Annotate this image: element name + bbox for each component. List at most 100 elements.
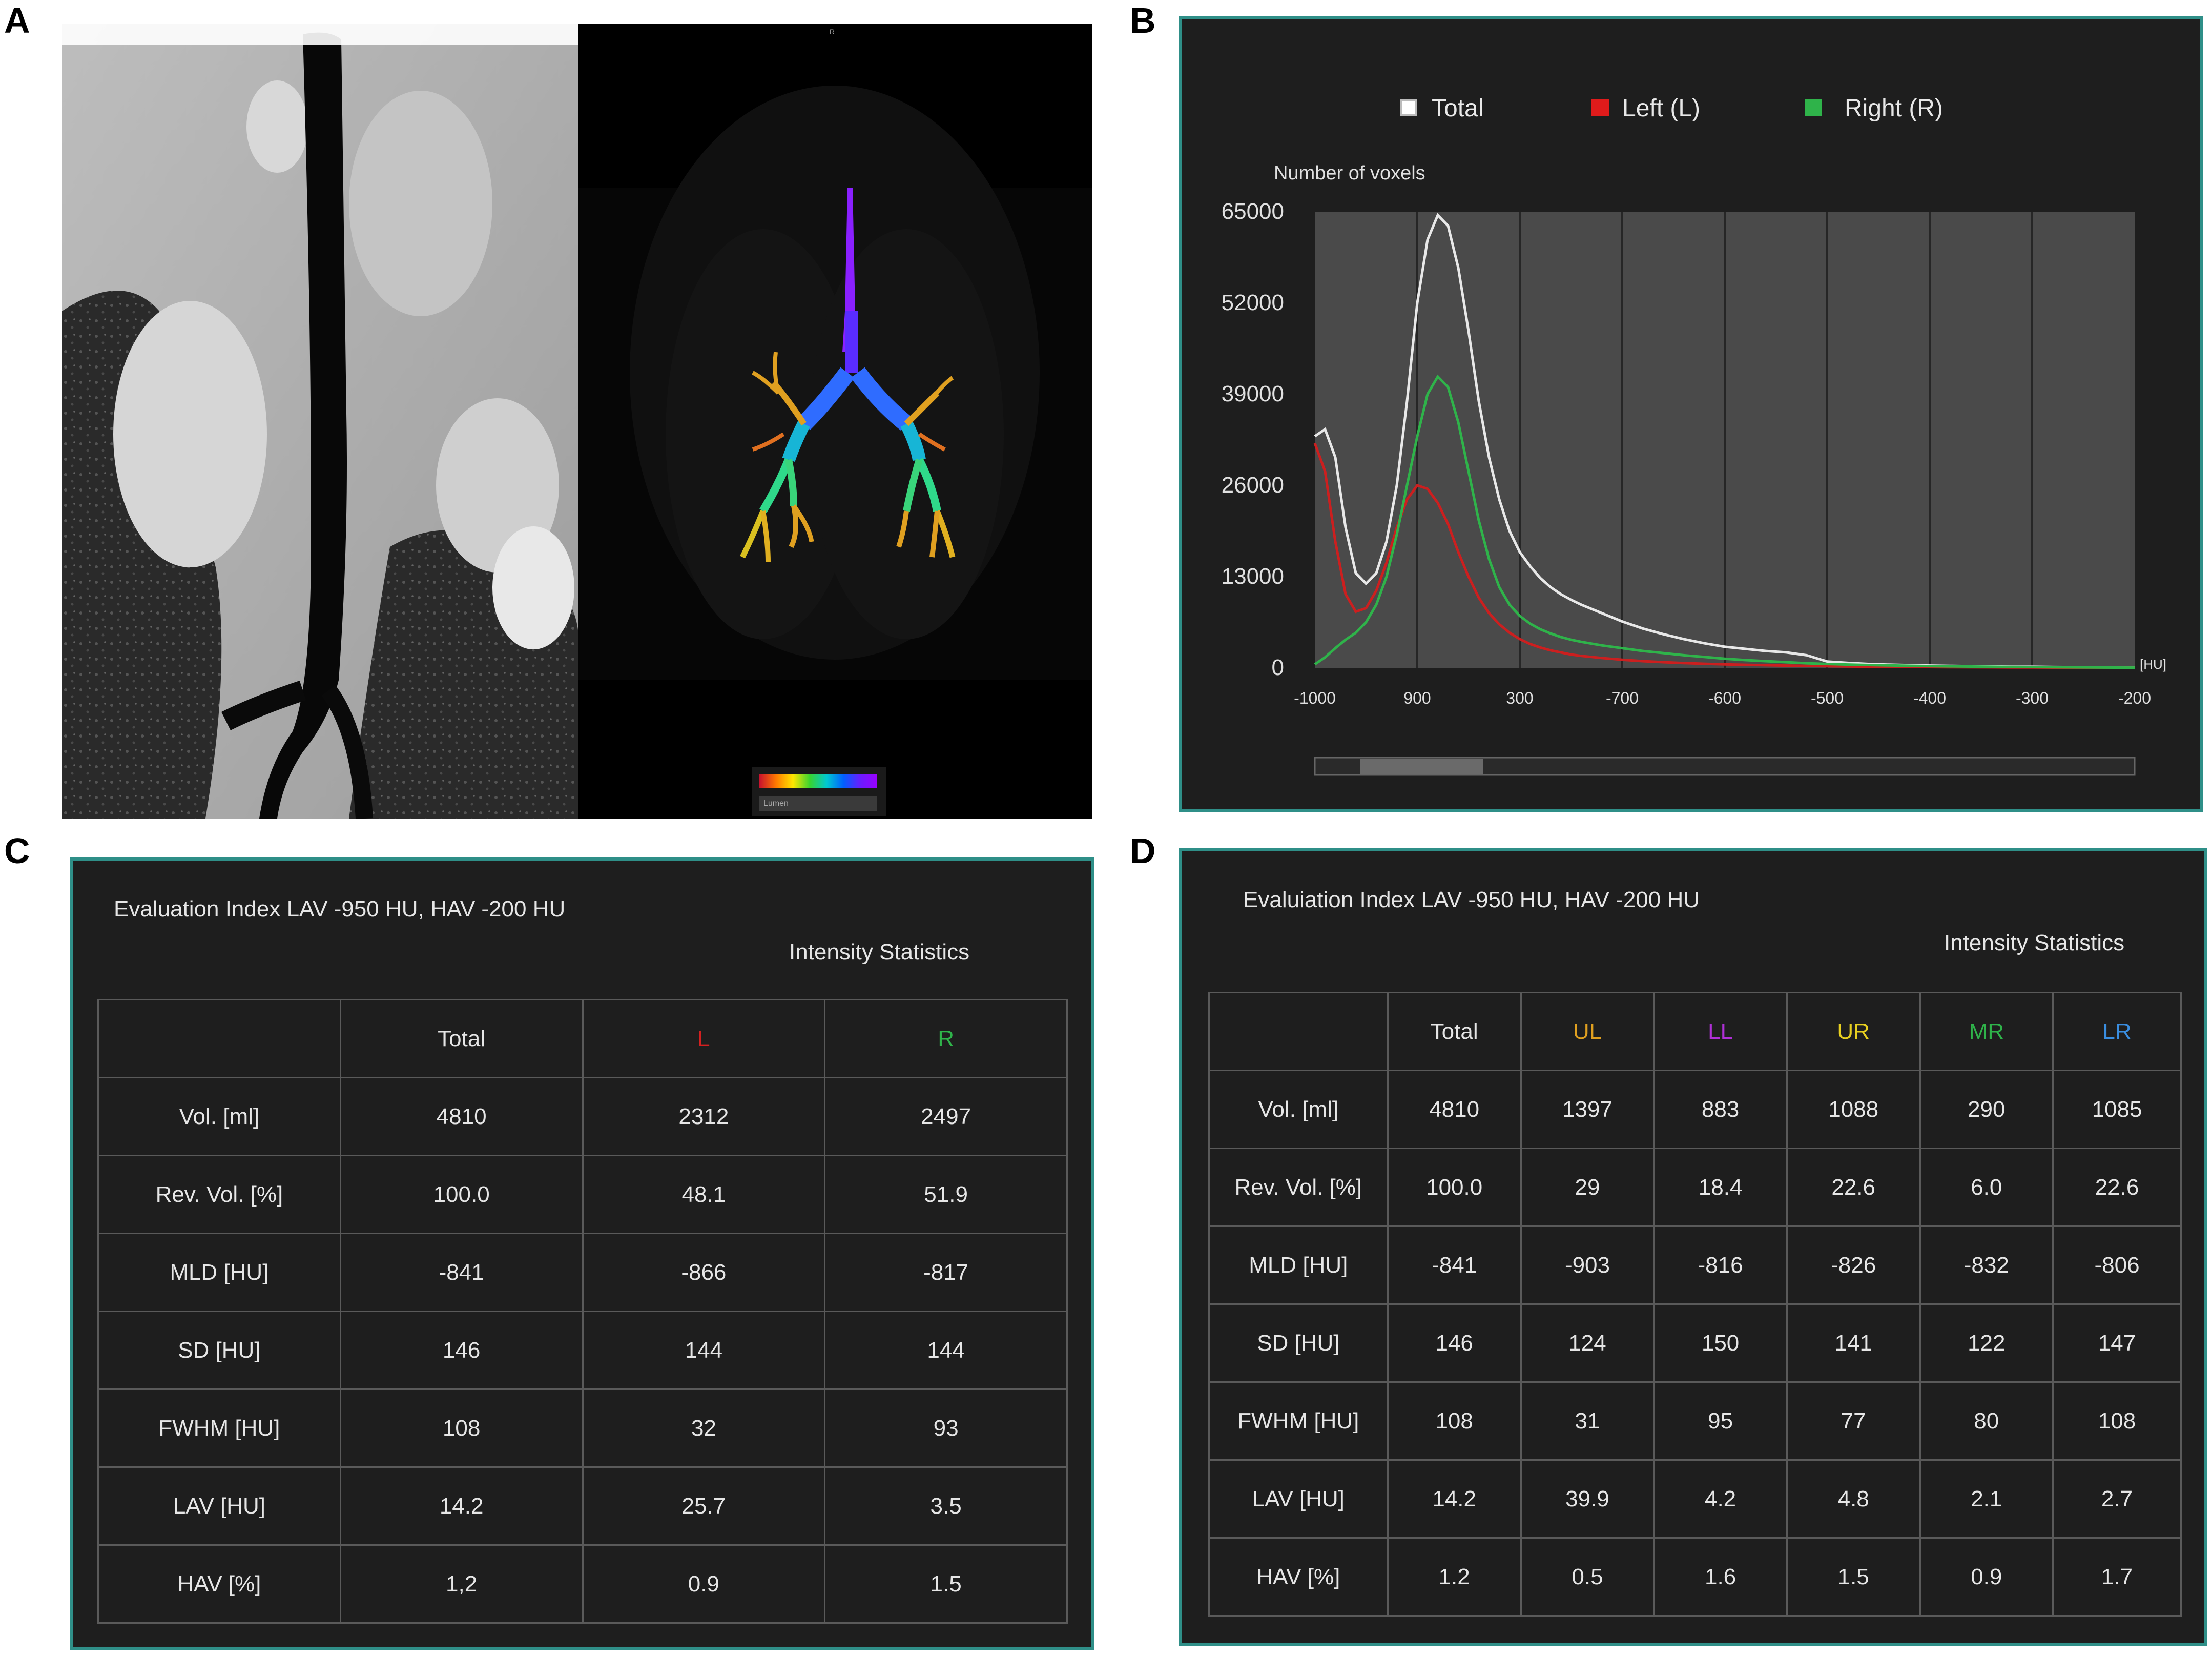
table-cell: 1.6 bbox=[1653, 1537, 1788, 1617]
table-cell: 147 bbox=[2052, 1303, 2182, 1383]
table-cell: 122 bbox=[1919, 1303, 2054, 1383]
table-cell: 14.2 bbox=[1387, 1459, 1522, 1539]
table-cell: -817 bbox=[824, 1233, 1068, 1312]
table-cell: 108 bbox=[339, 1388, 584, 1468]
x-tick-label: -700 bbox=[1606, 689, 1639, 707]
row-label: HAV [%] bbox=[97, 1544, 341, 1624]
column-header: R bbox=[824, 999, 1068, 1078]
table-d-title: Evaluiation Index LAV -950 HU, HAV -200 … bbox=[1243, 887, 1700, 912]
ct-coronal-image bbox=[62, 24, 578, 819]
table-cell: 100.0 bbox=[339, 1155, 584, 1234]
x-tick-label: 300 bbox=[1506, 689, 1533, 707]
table-cell: -866 bbox=[582, 1233, 826, 1312]
table-cell: 146 bbox=[1387, 1303, 1522, 1383]
panel-label-b: B bbox=[1130, 1, 1156, 40]
table-cell: 51.9 bbox=[824, 1155, 1068, 1234]
scan-marker-label: R bbox=[830, 28, 835, 36]
airway-tree-svg: R bbox=[578, 28, 1092, 680]
row-label: LAV [HU] bbox=[1208, 1459, 1389, 1539]
row-label: Rev. Vol. [%] bbox=[97, 1155, 341, 1234]
colormap-dropdown[interactable]: Lumen bbox=[759, 796, 877, 811]
table-row: Rev. Vol. [%] 100.0 48.1 51.9 bbox=[97, 1155, 1068, 1234]
table-cell: -832 bbox=[1919, 1225, 2054, 1305]
stats-panel-lobes: Evaluiation Index LAV -950 HU, HAV -200 … bbox=[1179, 848, 2207, 1646]
x-tick-label: -300 bbox=[2016, 689, 2049, 707]
table-cell: 77 bbox=[1786, 1381, 1921, 1461]
x-tick-label: -1000 bbox=[1294, 689, 1336, 707]
table-cell: 883 bbox=[1653, 1070, 1788, 1149]
table-c-title: Evaluation Index LAV -950 HU, HAV -200 H… bbox=[114, 896, 566, 922]
panel-label-d: D bbox=[1130, 831, 1156, 871]
table-cell: 0.9 bbox=[1919, 1537, 2054, 1617]
y-tick-label: 52000 bbox=[1222, 290, 1284, 315]
row-label: Vol. [ml] bbox=[1208, 1070, 1389, 1149]
voxel-histogram: Number of voxels -1000 900 300 -700 -600 -500… bbox=[1222, 162, 2166, 776]
table-cell: 39.9 bbox=[1520, 1459, 1655, 1539]
x-tick-label: -400 bbox=[1913, 689, 1946, 707]
table-cell: 144 bbox=[824, 1311, 1068, 1390]
scroll-thumb[interactable] bbox=[1360, 759, 1483, 774]
y-tick-label: 13000 bbox=[1222, 564, 1284, 589]
table-cell: 108 bbox=[2052, 1381, 2182, 1461]
x-tick-label: -500 bbox=[1811, 689, 1844, 707]
table-cell: -841 bbox=[339, 1233, 584, 1312]
table-row: SD [HU] 146 124 150 141 122 147 bbox=[1208, 1303, 2182, 1383]
row-label: SD [HU] bbox=[97, 1311, 341, 1390]
column-header: MR bbox=[1919, 992, 2054, 1071]
table-cell: 3.5 bbox=[824, 1466, 1068, 1546]
x-tick-label: -600 bbox=[1708, 689, 1741, 707]
x-tick-label: 900 bbox=[1403, 689, 1431, 707]
table-cell: 124 bbox=[1520, 1303, 1655, 1383]
row-label: FWHM [HU] bbox=[97, 1388, 341, 1468]
table-cell: 22.6 bbox=[2052, 1148, 2182, 1227]
table-cell: 141 bbox=[1786, 1303, 1921, 1383]
y-tick-label: 0 bbox=[1272, 655, 1284, 680]
table-row: HAV [%] 1,2 0.9 1.5 bbox=[97, 1544, 1068, 1624]
table-row: FWHM [HU] 108 32 93 bbox=[97, 1388, 1068, 1468]
table-cell: 14.2 bbox=[339, 1466, 584, 1546]
row-label: HAV [%] bbox=[1208, 1537, 1389, 1617]
table-cell: 93 bbox=[824, 1388, 1068, 1468]
column-header: Total bbox=[1387, 992, 1522, 1071]
table-d-subtitle: Intensity Statistics bbox=[1944, 930, 2125, 955]
table-cell: 95 bbox=[1653, 1381, 1788, 1461]
column-header bbox=[97, 999, 341, 1078]
table-cell: 0.5 bbox=[1520, 1537, 1655, 1617]
panel-label-c: C bbox=[4, 831, 30, 871]
table-cell: 146 bbox=[339, 1311, 584, 1390]
table-row: Rev. Vol. [%] 100.0 29 18.4 22.6 6.0 22.6 bbox=[1208, 1148, 2182, 1227]
table-row: MLD [HU] -841 -903 -816 -826 -832 -806 bbox=[1208, 1225, 2182, 1305]
table-cell: 31 bbox=[1520, 1381, 1655, 1461]
table-cell: 2.7 bbox=[2052, 1459, 2182, 1539]
table-cell: 2.1 bbox=[1919, 1459, 2054, 1539]
column-header: UL bbox=[1520, 992, 1655, 1071]
table-header-row: Total UL LL UR MR LR bbox=[1208, 992, 2182, 1071]
table-cell: 80 bbox=[1919, 1381, 2054, 1461]
row-label: MLD [HU] bbox=[1208, 1225, 1389, 1305]
row-label: Rev. Vol. [%] bbox=[1208, 1148, 1389, 1227]
table-row: FWHM [HU] 108 31 95 77 80 108 bbox=[1208, 1381, 2182, 1461]
x-tick-label: -200 bbox=[2118, 689, 2151, 707]
y-tick-label: 65000 bbox=[1222, 199, 1284, 224]
column-header bbox=[1208, 992, 1389, 1071]
table-row: MLD [HU] -841 -866 -817 bbox=[97, 1233, 1068, 1312]
table-cell: 32 bbox=[582, 1388, 826, 1468]
table-c-subtitle: Intensity Statistics bbox=[789, 939, 970, 965]
row-label: SD [HU] bbox=[1208, 1303, 1389, 1383]
table-cell: 4.2 bbox=[1653, 1459, 1788, 1539]
column-header: UR bbox=[1786, 992, 1921, 1071]
table-cell: 0.9 bbox=[582, 1544, 826, 1624]
table-cell: 22.6 bbox=[1786, 1148, 1921, 1227]
imaging-panel: R Lumen bbox=[62, 24, 1092, 819]
y-tick-label: 26000 bbox=[1222, 473, 1284, 498]
column-header: Total bbox=[339, 999, 584, 1078]
table-cell: 1.2 bbox=[1387, 1537, 1522, 1617]
table-cell: 4810 bbox=[339, 1077, 584, 1156]
table-cell: 1,2 bbox=[339, 1544, 584, 1624]
table-header-row: Total L R bbox=[97, 999, 1068, 1078]
table-cell: -903 bbox=[1520, 1225, 1655, 1305]
table-cell: 144 bbox=[582, 1311, 826, 1390]
table-cell: 18.4 bbox=[1653, 1148, 1788, 1227]
table-cell: 108 bbox=[1387, 1381, 1522, 1461]
row-label: LAV [HU] bbox=[97, 1466, 341, 1546]
